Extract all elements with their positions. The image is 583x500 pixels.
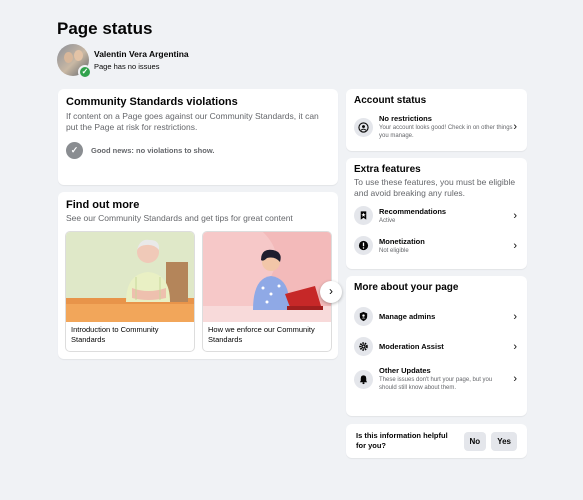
find-out-more-title: Find out more — [66, 199, 140, 211]
community-standards-description: If content on a Page goes against our Co… — [66, 111, 319, 132]
moderation-assist-row[interactable]: Moderation Assist › — [354, 337, 519, 356]
chevron-right-icon: › — [513, 373, 517, 385]
tip-card-enforce[interactable]: How we enforce our Community Standards — [202, 231, 332, 352]
row-subtitle: These issues don't hurt your page, but y… — [379, 377, 493, 391]
row-title: Manage admins — [379, 312, 436, 321]
tip-caption: Introduction to Community Standards — [71, 325, 159, 344]
chevron-right-icon: › — [513, 340, 517, 353]
page-header: ✓ Valentin Vera Argentina Page has no is… — [57, 44, 189, 79]
yes-button[interactable]: Yes — [491, 431, 517, 451]
tip-card-intro[interactable]: Introduction to Community Standards — [65, 231, 195, 352]
shield-icon — [354, 307, 373, 326]
row-title: Monetization — [379, 236, 425, 246]
monetization-icon — [354, 236, 373, 255]
more-about-title: More about your page — [354, 282, 459, 293]
row-subtitle: Active — [379, 217, 396, 224]
community-standards-card: Community Standards violations If conten… — [58, 89, 338, 185]
row-title: Moderation Assist — [379, 342, 444, 351]
row-subtitle: Not eligible — [379, 247, 409, 254]
row-subtitle: Your account looks good! Check in on oth… — [379, 125, 513, 139]
chevron-right-icon: › — [513, 239, 517, 252]
bell-icon — [354, 369, 373, 389]
check-circle-icon: ✓ — [66, 142, 83, 159]
page-status-text: Page has no issues — [94, 62, 160, 71]
tip-caption: How we enforce our Community Standards — [208, 325, 315, 344]
monetization-row[interactable]: Monetization Not eligible › — [354, 236, 519, 255]
recommendations-icon — [354, 206, 373, 225]
account-status-card: Account status No restrictions Your acco… — [346, 89, 527, 151]
find-out-more-card: Find out more See our Community Standard… — [58, 192, 338, 359]
row-title: Recommendations — [379, 206, 447, 216]
chevron-right-icon: › — [513, 209, 517, 222]
avatar[interactable]: ✓ — [57, 44, 92, 79]
account-status-title: Account status — [354, 95, 427, 106]
no-button[interactable]: No — [463, 431, 487, 451]
row-title: No restrictions — [379, 114, 432, 123]
page-title: Page status — [57, 19, 153, 38]
feedback-card: Is this information helpful for you? No … — [346, 424, 527, 458]
carousel-next-button[interactable]: › — [320, 281, 342, 303]
gear-icon — [354, 337, 373, 356]
find-out-more-description: See our Community Standards and get tips… — [66, 213, 293, 223]
extra-features-card: Extra features To use these features, yo… — [346, 158, 527, 269]
other-updates-row[interactable]: Other Updates These issues don't hurt yo… — [354, 366, 519, 392]
community-standards-title: Community Standards violations — [66, 96, 238, 108]
good-news-row: ✓ Good news: no violations to show. — [66, 142, 330, 159]
manage-admins-row[interactable]: Manage admins › — [354, 307, 519, 326]
woman-laptop-illustration — [203, 232, 331, 322]
good-news-text: Good news: no violations to show. — [91, 146, 215, 155]
account-icon — [354, 117, 373, 137]
extra-features-title: Extra features — [354, 164, 421, 175]
elderly-man-illustration — [66, 232, 194, 322]
chevron-right-icon: › — [513, 310, 517, 323]
extra-features-description: To use these features, you must be eligi… — [354, 177, 516, 198]
no-restrictions-row[interactable]: No restrictions Your account looks good!… — [354, 114, 519, 140]
chevron-right-icon: › — [513, 121, 517, 133]
feedback-question: Is this information helpful for you? — [356, 431, 448, 450]
verified-check-icon: ✓ — [78, 65, 92, 79]
row-title: Other Updates — [379, 366, 431, 375]
recommendations-row[interactable]: Recommendations Active › — [354, 206, 519, 225]
more-about-card: More about your page Manage admins › Mod… — [346, 276, 527, 416]
page-name[interactable]: Valentin Vera Argentina — [94, 49, 189, 59]
